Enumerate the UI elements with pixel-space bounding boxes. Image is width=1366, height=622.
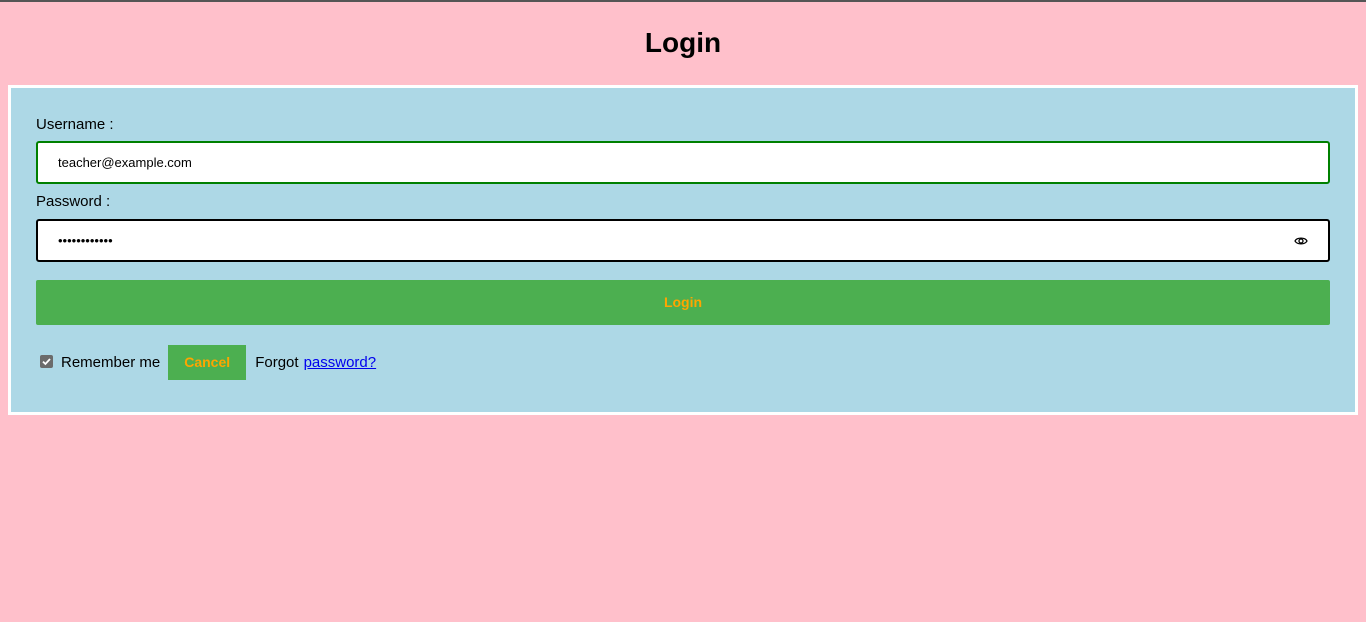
forgot-text: Forgot (255, 354, 299, 371)
remember-me-label: Remember me (61, 354, 161, 371)
form-footer-row: Remember me Cancel Forgot password? (40, 345, 376, 380)
password-label: Password : (36, 193, 111, 210)
remember-me-checkbox[interactable] (40, 355, 53, 368)
password-value: •••••••••••• (58, 233, 113, 248)
page-title: Login (644, 27, 722, 58)
eye-icon[interactable] (1294, 235, 1308, 247)
username-value: teacher@example.com (58, 155, 192, 170)
username-input[interactable]: teacher@example.com (36, 141, 1330, 184)
login-button[interactable]: Login (36, 280, 1330, 325)
cancel-button[interactable]: Cancel (168, 345, 247, 380)
checkmark-icon (42, 358, 51, 366)
username-label: Username : (36, 116, 114, 133)
password-input[interactable]: •••••••••••• (36, 219, 1330, 262)
forgot-password-link[interactable]: password? (304, 354, 377, 371)
login-form-panel: Username : teacher@example.com Password … (8, 85, 1358, 415)
